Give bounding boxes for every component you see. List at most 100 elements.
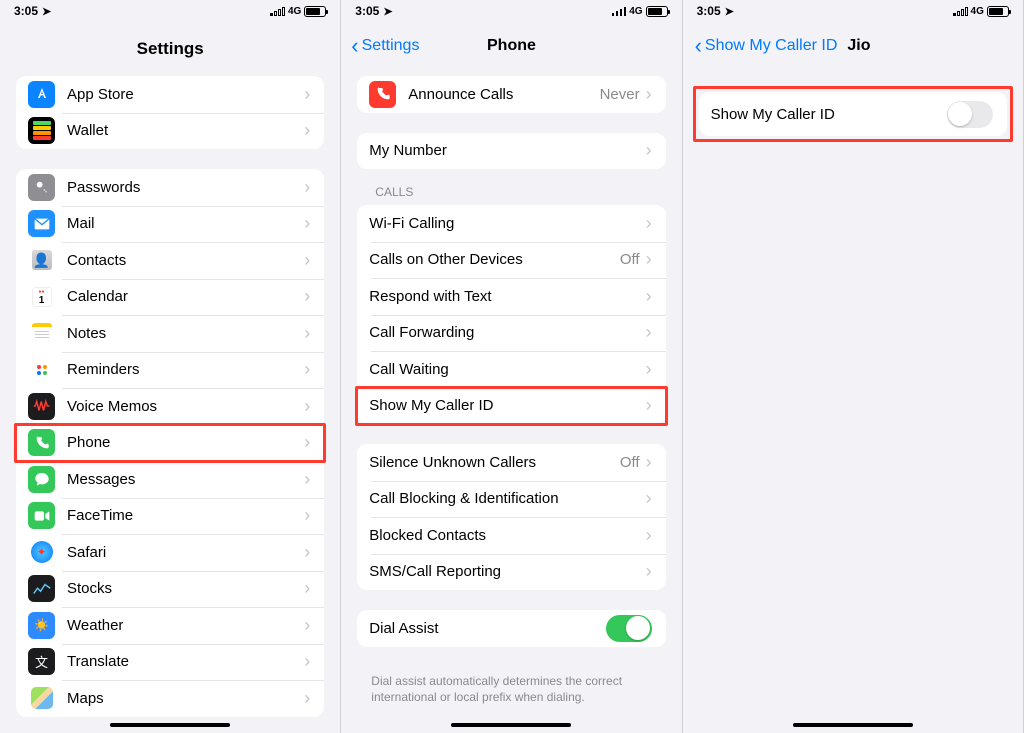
app-store-icon (28, 81, 55, 108)
settings-group-apps: Passwords›Mail›👤Contacts›●●1Calendar›Not… (16, 169, 324, 717)
facetime-icon (28, 502, 55, 529)
back-button[interactable]: ‹ Settings (351, 35, 419, 57)
chevron-right-icon: › (304, 469, 310, 490)
wallet-icon (28, 117, 55, 144)
row-messages[interactable]: Messages› (16, 461, 324, 498)
chevron-right-icon: › (646, 286, 652, 307)
row-mail[interactable]: Mail› (16, 206, 324, 243)
nav-header: ‹ Settings Phone (341, 22, 681, 70)
row-wifi-calling[interactable]: Wi-Fi Calling› (357, 205, 665, 242)
row-call-forwarding[interactable]: Call Forwarding› (357, 315, 665, 352)
caller-id-toggle[interactable] (947, 101, 993, 128)
row-label: Calls on Other Devices (369, 251, 620, 268)
chevron-right-icon: › (304, 615, 310, 636)
row-calls-other-devices[interactable]: Calls on Other DevicesOff› (357, 242, 665, 279)
chevron-right-icon: › (304, 505, 310, 526)
settings-pane: 3:05 ➤ 4G Settings App Store›Wallet› Pas… (0, 0, 341, 733)
location-icon: ➤ (42, 5, 51, 18)
chevron-right-icon: › (646, 452, 652, 473)
row-label: Show My Caller ID (369, 397, 645, 414)
status-time: 3:05 ➤ (14, 4, 51, 18)
row-silence-unknown[interactable]: Silence Unknown CallersOff› (357, 444, 665, 481)
row-safari[interactable]: ✦Safari› (16, 534, 324, 571)
row-label: Stocks (67, 580, 304, 597)
maps-icon (28, 685, 55, 712)
row-call-blocking[interactable]: Call Blocking & Identification› (357, 481, 665, 518)
contacts-icon: 👤 (28, 247, 55, 274)
page-title: Jio (847, 37, 870, 55)
voice-memos-icon (28, 393, 55, 420)
chevron-right-icon: › (304, 286, 310, 307)
row-label: Mail (67, 215, 304, 232)
row-notes[interactable]: Notes› (16, 315, 324, 352)
chevron-right-icon: › (304, 578, 310, 599)
row-voice-memos[interactable]: Voice Memos› (16, 388, 324, 425)
row-announce-calls[interactable]: Announce Calls Never › (357, 76, 665, 113)
row-stocks[interactable]: Stocks› (16, 571, 324, 608)
row-calendar[interactable]: ●●1Calendar› (16, 279, 324, 316)
home-indicator[interactable] (451, 723, 571, 727)
row-label: Call Blocking & Identification (369, 490, 645, 507)
chevron-right-icon: › (304, 84, 310, 105)
row-sms-call-reporting[interactable]: SMS/Call Reporting› (357, 554, 665, 591)
chevron-right-icon: › (646, 395, 652, 416)
row-label: Calendar (67, 288, 304, 305)
row-label: Call Forwarding (369, 324, 645, 341)
row-wallet[interactable]: Wallet› (16, 113, 324, 150)
calls-group: Wi-Fi Calling›Calls on Other DevicesOff›… (357, 205, 665, 424)
chevron-right-icon: › (646, 84, 652, 105)
row-label: Notes (67, 325, 304, 342)
chevron-right-icon: › (646, 322, 652, 343)
row-label: Silence Unknown Callers (369, 454, 620, 471)
chevron-right-icon: › (646, 525, 652, 546)
chevron-right-icon: › (646, 561, 652, 582)
mynumber-group: My Number › (357, 133, 665, 170)
row-my-number[interactable]: My Number › (357, 133, 665, 170)
home-indicator[interactable] (110, 723, 230, 727)
dial-assist-toggle[interactable] (606, 615, 652, 642)
caller-id-pane: 3:05➤ 4G ‹ Show My Caller ID Jio Show My… (683, 0, 1024, 733)
chevron-right-icon: › (304, 688, 310, 709)
row-label: Voice Memos (67, 398, 304, 415)
row-call-waiting[interactable]: Call Waiting› (357, 351, 665, 388)
row-app-store[interactable]: App Store› (16, 76, 324, 113)
notes-icon (28, 320, 55, 347)
chevron-left-icon: ‹ (351, 35, 358, 57)
phone-icon (28, 429, 55, 456)
chevron-right-icon: › (646, 249, 652, 270)
row-label: Wi-Fi Calling (369, 215, 645, 232)
home-indicator[interactable] (793, 723, 913, 727)
row-phone[interactable]: Phone› (16, 425, 324, 462)
row-respond-with-text[interactable]: Respond with Text› (357, 278, 665, 315)
dial-assist-group: Dial Assist (357, 610, 665, 647)
mail-icon (28, 210, 55, 237)
row-label: Maps (67, 690, 304, 707)
row-label: Messages (67, 471, 304, 488)
phone-settings-pane: 3:05➤ 4G ‹ Settings Phone Announce Calls… (341, 0, 682, 733)
row-passwords[interactable]: Passwords› (16, 169, 324, 206)
row-blocked-contacts[interactable]: Blocked Contacts› (357, 517, 665, 554)
row-label: Translate (67, 653, 304, 670)
safari-icon: ✦ (28, 539, 55, 566)
back-button[interactable]: ‹ Show My Caller ID (695, 35, 838, 57)
row-maps[interactable]: Maps› (16, 680, 324, 717)
row-facetime[interactable]: FaceTime› (16, 498, 324, 535)
row-dial-assist[interactable]: Dial Assist (357, 610, 665, 647)
nav-header: ‹ Show My Caller ID Jio (683, 22, 1023, 70)
settings-group-store: App Store›Wallet› (16, 76, 324, 149)
signal-icon (270, 6, 285, 16)
chevron-right-icon: › (304, 432, 310, 453)
chevron-right-icon: › (304, 323, 310, 344)
announce-group: Announce Calls Never › (357, 76, 665, 113)
row-translate[interactable]: 文Translate› (16, 644, 324, 681)
chevron-right-icon: › (304, 213, 310, 234)
chevron-right-icon: › (304, 177, 310, 198)
row-contacts[interactable]: 👤Contacts› (16, 242, 324, 279)
row-reminders[interactable]: Reminders› (16, 352, 324, 389)
row-show-caller-id[interactable]: Show My Caller ID (699, 92, 1007, 136)
row-weather[interactable]: ☀️Weather› (16, 607, 324, 644)
row-show-my-caller-id[interactable]: Show My Caller ID› (357, 388, 665, 425)
page-title: Settings (0, 22, 340, 70)
row-label: Wallet (67, 122, 304, 139)
row-label: FaceTime (67, 507, 304, 524)
